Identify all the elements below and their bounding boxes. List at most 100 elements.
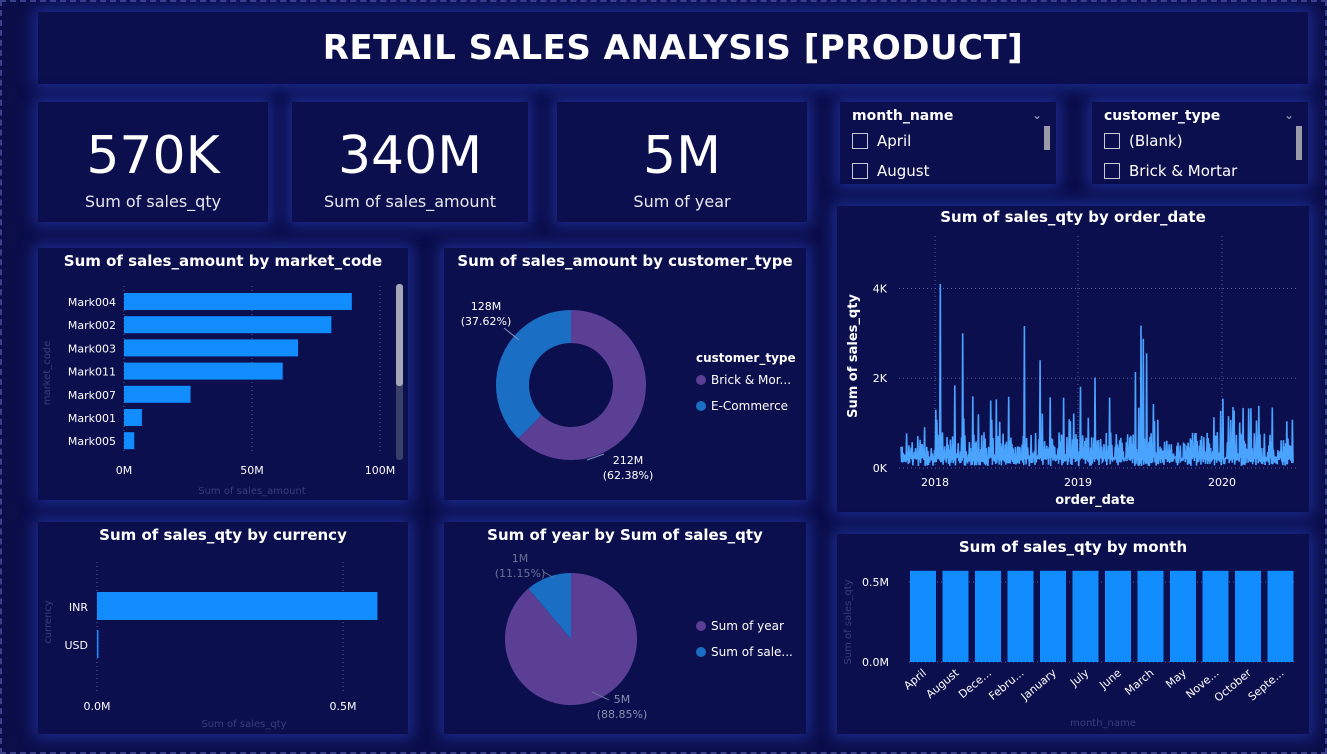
slicer-month-name[interactable]: month_name ⌄ April August [840, 102, 1056, 184]
bar [942, 570, 969, 662]
bar [124, 409, 142, 426]
category-label: Mark001 [68, 412, 116, 425]
x-tick-label: 0M [116, 464, 133, 477]
bar [97, 592, 378, 620]
chevron-down-icon[interactable]: ⌄ [1284, 108, 1294, 122]
data-label: (11.15%) [495, 567, 546, 580]
slicer-item-brick-mortar[interactable]: Brick & Mortar [1104, 162, 1237, 180]
category-label: Mark003 [68, 342, 116, 355]
bar [1040, 570, 1066, 662]
slicer-scrollbar[interactable] [1296, 126, 1302, 160]
checkbox[interactable] [852, 133, 868, 149]
kpi-card-sales-qty[interactable]: 570K Sum of sales_qty [38, 102, 268, 222]
category-label: July [1067, 666, 1092, 690]
legend-label: Sum of sale... [711, 645, 793, 659]
category-label: August [924, 666, 962, 701]
bar [124, 293, 352, 310]
slicer-item-label: Brick & Mortar [1129, 162, 1238, 180]
kpi-card-year[interactable]: 5M Sum of year [557, 102, 807, 222]
x-tick-label: 100M [365, 464, 396, 477]
kpi-label: Sum of year [633, 192, 731, 211]
y-axis-label: Sum of sales_qty [846, 294, 861, 418]
category-label: Mark002 [68, 319, 116, 332]
slicer-item-april[interactable]: April [852, 132, 911, 150]
kpi-label: Sum of sales_amount [324, 192, 496, 211]
report-canvas: RETAIL SALES ANALYSIS [PRODUCT] 570K Sum… [0, 0, 1327, 754]
checkbox[interactable] [1104, 163, 1120, 179]
category-label: Febru... [986, 666, 1026, 703]
title-banner: RETAIL SALES ANALYSIS [PRODUCT] [38, 12, 1308, 84]
bar [910, 570, 936, 662]
chart-card-year-pie[interactable]: Sum of year by Sum of sales_qty Sum of y… [444, 522, 806, 734]
category-label: Mark005 [68, 435, 116, 448]
slicer-item-august[interactable]: August [852, 162, 930, 180]
data-label: (62.38%) [603, 469, 654, 482]
y-tick-label: 2K [873, 372, 888, 385]
x-axis-label: Sum of sales_qty [201, 719, 286, 730]
bar [1170, 570, 1196, 662]
kpi-value: 570K [86, 126, 220, 186]
chart-card-customer-type[interactable]: Sum of sales_amount by customer_type cus… [444, 248, 806, 500]
data-label: (37.62%) [461, 315, 512, 328]
legend-label: E-Commerce [711, 399, 788, 413]
data-label: 212M [613, 454, 644, 467]
x-tick-label: 0.5M [330, 700, 357, 713]
legend-marker [696, 621, 706, 631]
chart-card-currency[interactable]: Sum of sales_qty by currency 0.0M 0.5M INR… [38, 522, 408, 734]
slicer-item-label: April [877, 132, 912, 150]
checkbox[interactable] [852, 163, 868, 179]
category-label: May [1163, 666, 1189, 691]
kpi-value: 340M [337, 126, 483, 186]
x-tick-label: 50M [240, 464, 264, 477]
bar [1007, 570, 1034, 662]
slicer-customer-type[interactable]: customer_type ⌄ (Blank) Brick & Mortar [1092, 102, 1308, 184]
x-axis-label: Sum of sales_amount [198, 486, 306, 497]
category-label: June [1096, 666, 1124, 692]
slicer-item-blank[interactable]: (Blank) [1104, 132, 1183, 150]
kpi-label: Sum of sales_qty [84, 192, 222, 211]
chart-year-pie: Sum of year Sum of sale... 5M (88.85%) 1M (11… [495, 552, 793, 721]
slicer-scrollbar[interactable] [1044, 126, 1050, 150]
slicer-header: month_name [852, 108, 954, 124]
category-label: INR [69, 601, 88, 614]
category-label: Septe... [1246, 666, 1287, 703]
bar [124, 432, 135, 450]
data-label: (88.85%) [597, 708, 648, 721]
checkbox[interactable] [1104, 133, 1120, 149]
bar [124, 362, 283, 380]
chart-card-order-date[interactable]: Sum of sales_qty by order_date 0K 2K 4K 201… [837, 206, 1309, 512]
category-label: January [1018, 666, 1059, 704]
category-label: October [1212, 666, 1254, 705]
y-axis-label: Sum of sales_qty [843, 579, 854, 664]
category-label: Mark007 [68, 389, 116, 402]
y-tick-label: 0.0M [862, 656, 889, 669]
legend-marker [696, 375, 706, 385]
scrollbar-thumb [396, 284, 403, 386]
bar [97, 630, 99, 658]
bar [1202, 570, 1229, 662]
bar [975, 570, 1001, 662]
legend-label: Sum of year [711, 619, 784, 633]
kpi-card-sales-amount[interactable]: 340M Sum of sales_amount [292, 102, 528, 222]
y-tick-label: 0K [873, 462, 888, 475]
report-title: RETAIL SALES ANALYSIS [PRODUCT] [322, 28, 1024, 68]
slicer-header: customer_type [1104, 108, 1221, 124]
slice [496, 310, 571, 439]
category-label: Mark004 [68, 296, 116, 309]
y-tick-label: 0.5M [862, 576, 889, 589]
chart-market-code: 0M 50M 100M Mark004 Mark002 Mark003 Mark011 Mar… [42, 284, 403, 497]
chart-currency: 0.0M 0.5M INR USD Sum of sales_qty currency [43, 562, 378, 730]
chart-order-date: 0K 2K 4K 2018 2019 2020 order_date Sum of sales… [846, 236, 1297, 508]
bar [1072, 570, 1099, 662]
x-axis-label: order_date [1055, 493, 1135, 508]
bar [1105, 570, 1131, 662]
bar [124, 385, 191, 403]
chart-card-market-code[interactable]: Sum of sales_amount by market_code 0M 50M… [38, 248, 408, 500]
x-tick-label: 2020 [1208, 476, 1236, 489]
chevron-down-icon[interactable]: ⌄ [1032, 108, 1042, 122]
bar [124, 316, 332, 334]
category-label: Mark011 [68, 366, 116, 379]
slicer-item-label: (Blank) [1129, 132, 1183, 150]
chart-month: 0.0M0.5MAprilAugustDece...Febru...Januar… [843, 570, 1297, 729]
chart-card-month[interactable]: Sum of sales_qty by month 0.0M 0.5M April A… [837, 534, 1309, 734]
